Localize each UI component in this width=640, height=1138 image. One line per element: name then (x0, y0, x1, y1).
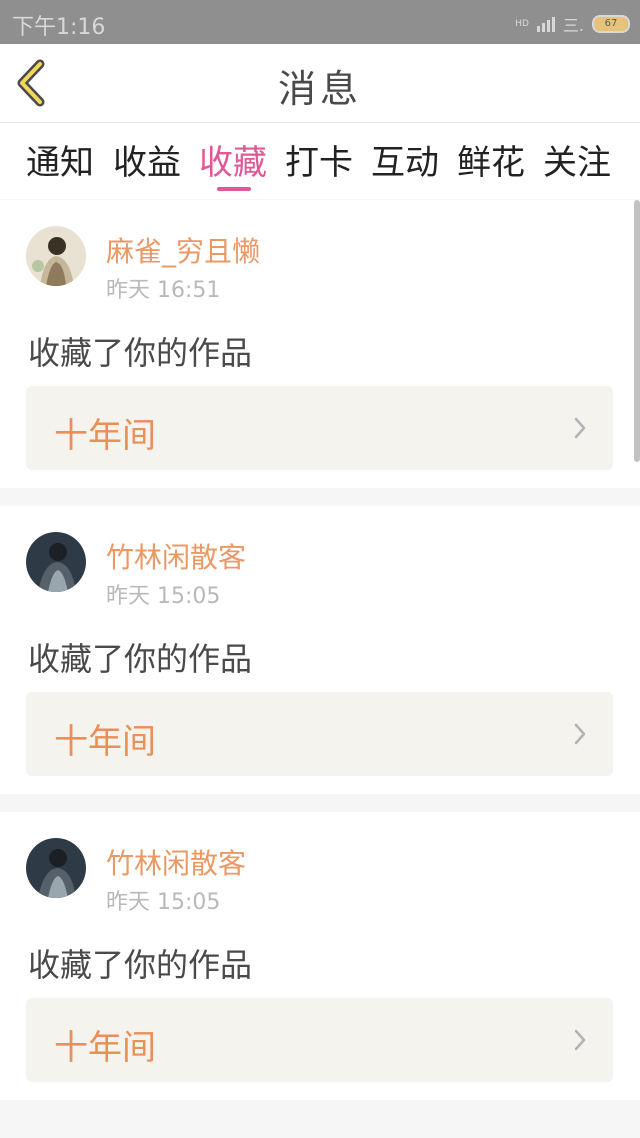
message-time: 昨天 15:05 (106, 584, 221, 609)
wifi-label: 三. (562, 16, 584, 35)
tab-favorites[interactable]: 收藏 (199, 135, 267, 184)
message-card: 麻雀_穷且懒 昨天 16:51 收藏了你的作品 十年间 (0, 200, 640, 488)
active-tab-indicator (217, 187, 251, 191)
status-icons: HD 三. 67 (515, 12, 630, 36)
work-link[interactable]: 十年间 (26, 998, 613, 1082)
tab-bar: 通知 收益 收藏 打卡 互动 鲜花 关注 (0, 123, 640, 199)
chevron-right-icon (574, 723, 586, 745)
username[interactable]: 麻雀_穷且懒 (106, 230, 260, 270)
app-header: 消息 (0, 44, 640, 123)
status-bar: 下午1:16 HD 三. 67 (0, 0, 640, 44)
tab-checkin[interactable]: 打卡 (285, 135, 353, 184)
username[interactable]: 竹林闲散客 (106, 536, 246, 576)
tab-notice[interactable]: 通知 (26, 135, 94, 184)
chevron-right-icon (574, 1029, 586, 1051)
tab-follow[interactable]: 关注 (543, 135, 611, 184)
avatar[interactable] (26, 532, 86, 592)
work-link[interactable]: 十年间 (26, 386, 613, 470)
message-card: 竹林闲散客 昨天 15:05 收藏了你的作品 十年间 (0, 506, 640, 794)
work-link[interactable]: 十年间 (26, 692, 613, 776)
battery-level: 67 (604, 18, 618, 29)
message-time: 昨天 15:05 (106, 890, 221, 915)
hd-label: HD (515, 19, 529, 29)
work-title: 十年间 (54, 416, 156, 456)
message-card: 竹林闲散客 昨天 15:05 收藏了你的作品 十年间 (0, 812, 640, 1100)
message-text: 收藏了你的作品 (28, 640, 253, 678)
work-title: 十年间 (54, 722, 156, 762)
tab-interact[interactable]: 互动 (371, 135, 439, 184)
tab-flowers[interactable]: 鲜花 (457, 135, 525, 184)
tab-earnings[interactable]: 收益 (113, 135, 181, 184)
username[interactable]: 竹林闲散客 (106, 842, 246, 882)
status-time: 下午1:16 (12, 15, 106, 40)
scrollbar[interactable] (634, 200, 640, 462)
avatar[interactable] (26, 838, 86, 898)
chevron-right-icon (574, 417, 586, 439)
battery-icon: 67 (592, 15, 630, 33)
message-time: 昨天 16:51 (106, 278, 221, 303)
message-text: 收藏了你的作品 (28, 334, 253, 372)
avatar[interactable] (26, 226, 86, 286)
page-title: 消息 (277, 67, 362, 111)
work-title: 十年间 (54, 1028, 156, 1068)
message-text: 收藏了你的作品 (28, 946, 253, 984)
signal-icon (536, 16, 555, 32)
